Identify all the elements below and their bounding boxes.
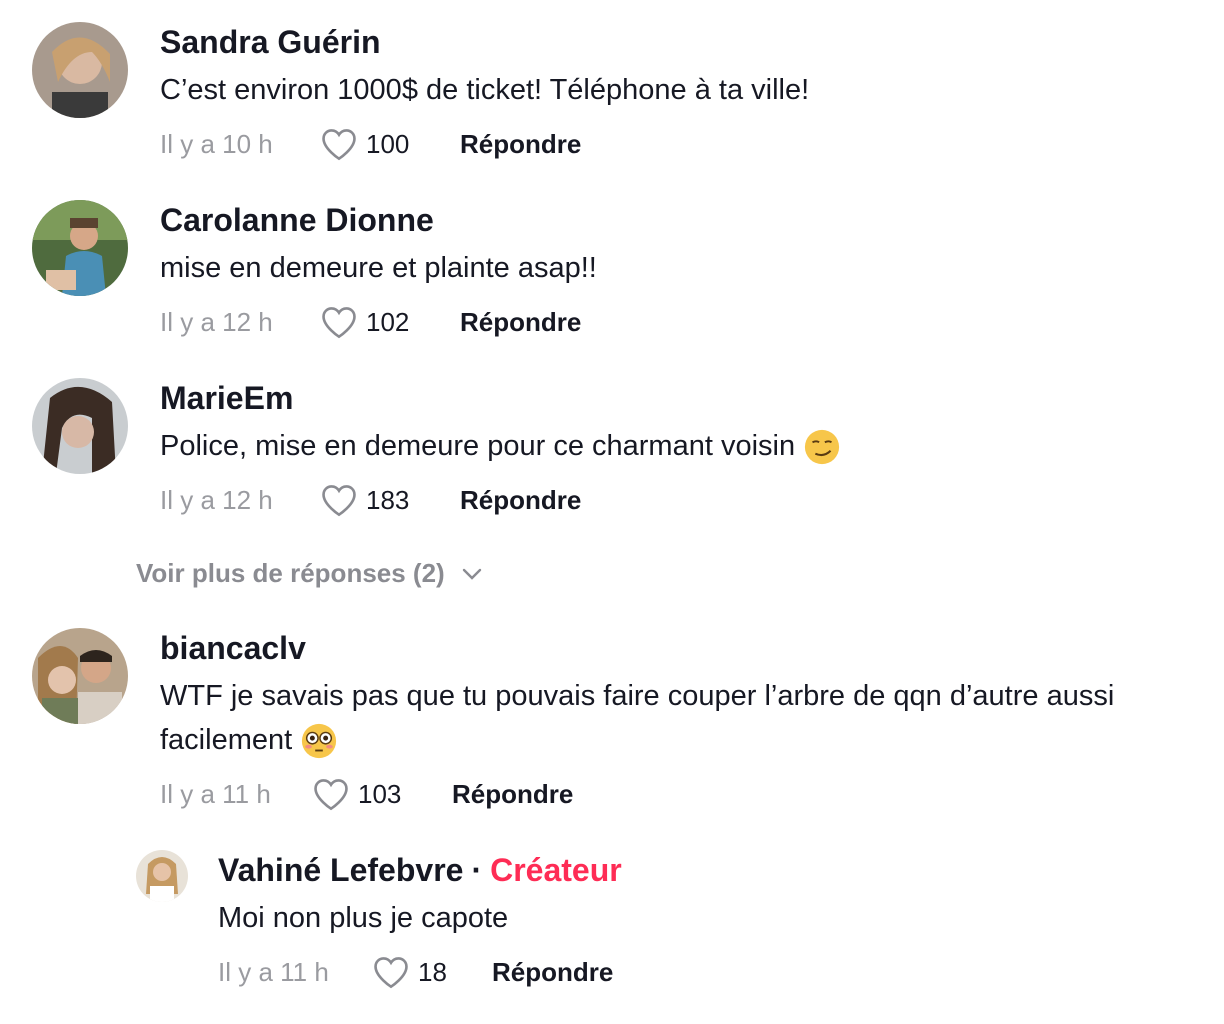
chevron-down-icon	[462, 568, 481, 580]
comment-time: Il y a 10 h	[160, 128, 273, 159]
creator-badge: Créateur	[490, 852, 622, 888]
like-button[interactable]: 18	[372, 955, 492, 989]
comment-username[interactable]: Carolanne Dionne	[160, 200, 1212, 240]
reply-button[interactable]: Répondre	[460, 129, 581, 160]
comment-username[interactable]: biancaclv	[160, 628, 1212, 668]
comment-text: C’est environ 1000$ de ticket! Téléphone…	[160, 74, 810, 106]
reply-button[interactable]: Répondre	[492, 957, 613, 988]
heart-icon	[314, 779, 348, 811]
comment-text: Police, mise en demeure pour ce charmant…	[160, 424, 1212, 468]
comment-time: Il y a 12 h	[160, 306, 273, 337]
comment-time: Il y a 12 h	[160, 484, 273, 515]
like-count: 18	[418, 956, 447, 987]
like-button[interactable]: 103	[312, 777, 452, 811]
like-button[interactable]: 102	[320, 305, 460, 339]
reply-text: Moi non plus je capote	[218, 902, 509, 934]
reply-button[interactable]: Répondre	[452, 779, 573, 810]
reply-button[interactable]: Répondre	[460, 307, 581, 338]
view-more-replies[interactable]: Voir plus de réponses (2)	[136, 558, 483, 589]
avatar[interactable]	[136, 850, 188, 902]
view-more-label: Voir plus de réponses (2)	[136, 558, 445, 588]
like-count: 103	[358, 778, 402, 809]
heart-icon	[322, 129, 356, 161]
heart-icon	[322, 485, 356, 517]
avatar[interactable]	[32, 200, 128, 296]
smirking-face-icon	[805, 430, 840, 465]
reply-username[interactable]: Vahiné Lefebvre	[218, 852, 463, 888]
avatar[interactable]	[32, 22, 128, 118]
avatar[interactable]	[32, 378, 128, 474]
comment-username[interactable]: Sandra Guérin	[160, 22, 1212, 62]
heart-icon	[322, 307, 356, 339]
like-count: 102	[366, 306, 410, 337]
comment-text: WTF je savais pas que tu pouvais faire c…	[160, 674, 1212, 762]
like-count: 183	[366, 484, 410, 515]
comment-time: Il y a 11 h	[160, 778, 271, 809]
like-button[interactable]: 183	[320, 483, 460, 517]
reply-button[interactable]: Répondre	[460, 485, 581, 516]
flushed-face-icon	[302, 724, 337, 759]
avatar[interactable]	[32, 628, 128, 724]
comment-username[interactable]: MarieEm	[160, 378, 1212, 418]
separator-dot: ·	[471, 852, 483, 888]
heart-icon	[374, 957, 408, 989]
like-button[interactable]: 100	[320, 127, 460, 161]
like-count: 100	[366, 128, 410, 159]
comment-text-content: Police, mise en demeure pour ce charmant…	[160, 430, 796, 462]
comment-text: mise en demeure et plainte asap!!	[160, 252, 597, 284]
reply-time: Il y a 11 h	[218, 956, 329, 987]
